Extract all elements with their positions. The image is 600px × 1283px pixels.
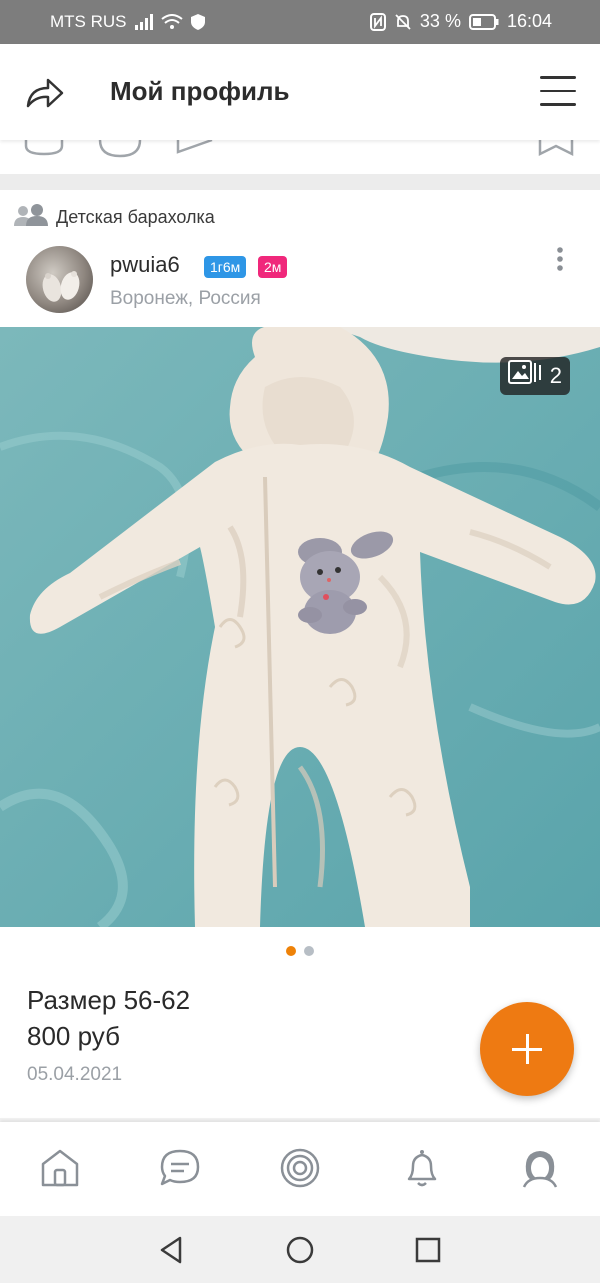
group-icon	[14, 204, 48, 231]
bottom-navigation	[0, 1122, 600, 1216]
post-text-line: 800 руб	[27, 1021, 120, 1051]
back-icon[interactable]	[156, 1234, 188, 1266]
post-author: pwuia6 1г6м 2м Воронеж, Россия	[26, 246, 586, 316]
shield-icon	[190, 14, 205, 30]
add-post-button[interactable]	[480, 1002, 574, 1096]
system-navigation-bar	[0, 1216, 600, 1283]
age-badge: 1г6м	[204, 256, 247, 278]
home-icon[interactable]	[38, 1146, 82, 1190]
battery-percent: 33 %	[419, 11, 461, 31]
carrier-label: MTS RUS	[50, 12, 127, 31]
profile-icon[interactable]	[518, 1146, 562, 1190]
status-bar: MTS RUS 33 % 16:04	[0, 0, 600, 44]
page-title: Мой профиль	[110, 76, 290, 106]
group-name: Детская барахолка	[56, 207, 215, 227]
post-text-line: Размер 56-62	[27, 985, 191, 1015]
photo-stack-icon	[507, 360, 542, 392]
messages-icon[interactable]	[158, 1146, 202, 1190]
signal-icon	[134, 14, 153, 30]
author-location: Воронеж, Россия	[110, 288, 261, 309]
recents-icon[interactable]	[412, 1234, 444, 1266]
nfc-icon	[369, 12, 386, 31]
mute-bell-icon	[394, 13, 412, 31]
author-name[interactable]: pwuia6	[110, 252, 180, 278]
notifications-icon[interactable]	[400, 1146, 444, 1190]
carousel-dot-active[interactable]	[286, 946, 296, 956]
app-header: Мой профиль	[0, 44, 600, 140]
post-date: 05.04.2021	[27, 1064, 123, 1085]
hamburger-menu-icon[interactable]	[540, 76, 576, 108]
previous-post-actions	[0, 140, 600, 174]
feed-separator	[0, 174, 600, 190]
photo-count: 2	[549, 363, 562, 388]
post-photo[interactable]: 2	[0, 327, 600, 927]
more-vertical-icon[interactable]	[550, 246, 570, 276]
battery-icon	[468, 13, 499, 30]
group-link[interactable]: Детская барахолка	[14, 204, 215, 231]
photo-count-badge: 2	[499, 357, 570, 395]
post-text: Размер 56-62 800 руб	[27, 982, 190, 1054]
avatar[interactable]	[26, 246, 93, 313]
clock: 16:04	[506, 11, 552, 31]
carousel-dot[interactable]	[304, 946, 314, 956]
discussions-icon[interactable]	[278, 1146, 322, 1190]
share-icon[interactable]	[24, 74, 66, 114]
home-circle-icon[interactable]	[284, 1234, 316, 1266]
wifi-icon	[160, 14, 183, 30]
carousel-indicator	[0, 946, 600, 956]
age-badge-secondary: 2м	[258, 256, 288, 278]
